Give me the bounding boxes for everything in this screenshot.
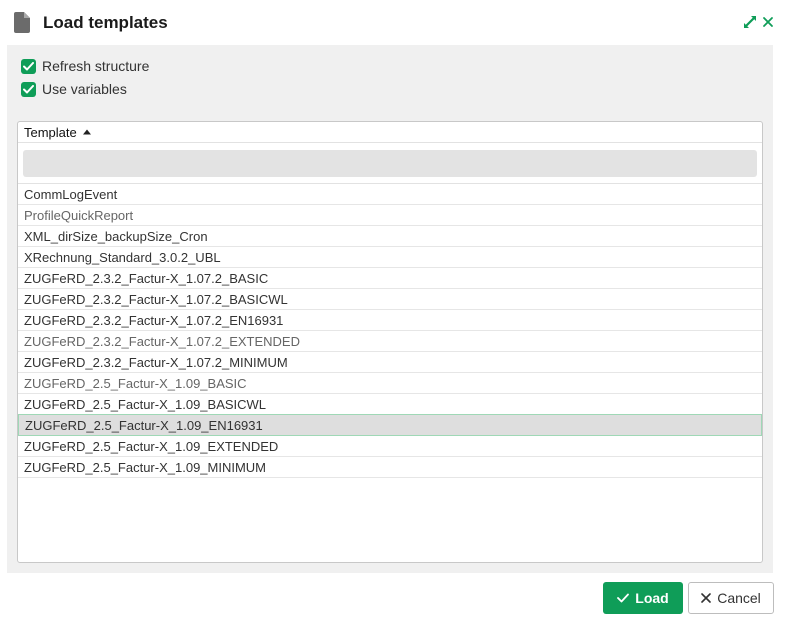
template-name: ZUGFeRD_2.3.2_Factur-X_1.07.2_EN16931 [24, 312, 284, 328]
column-title: Template [24, 124, 77, 140]
template-name: XML_dirSize_backupSize_Cron [24, 228, 208, 244]
table-row[interactable]: ProfileQuickReport [18, 205, 762, 226]
template-name: ZUGFeRD_2.3.2_Factur-X_1.07.2_EXTENDED [24, 333, 300, 349]
table-row[interactable]: ZUGFeRD_2.5_Factur-X_1.09_BASIC [18, 373, 762, 394]
refresh-structure-checkbox[interactable]: Refresh structure [21, 57, 149, 75]
template-name: ProfileQuickReport [24, 207, 134, 223]
templates-grid: Template CommLogEvent ProfileQuickReport X… [17, 121, 763, 563]
table-row[interactable]: ZUGFeRD_2.5_Factur-X_1.09_BASICWL [18, 394, 762, 415]
table-row[interactable]: ZUGFeRD_2.3.2_Factur-X_1.07.2_BASIC [18, 268, 762, 289]
load-button-label: Load [635, 590, 669, 606]
check-icon [617, 593, 630, 603]
cancel-button-label: Cancel [717, 590, 761, 606]
table-row[interactable]: XRechnung_Standard_3.0.2_UBL [18, 247, 762, 268]
template-name: ZUGFeRD_2.3.2_Factur-X_1.07.2_MINIMUM [24, 354, 288, 370]
table-row[interactable]: ZUGFeRD_2.5_Factur-X_1.09_MINIMUM [18, 457, 762, 478]
close-icon [701, 593, 712, 603]
expand-icon[interactable] [743, 15, 757, 29]
template-name: ZUGFeRD_2.5_Factur-X_1.09_MINIMUM [24, 459, 267, 475]
use-variables-checkbox[interactable]: Use variables [21, 80, 127, 98]
load-templates-dialog: Load templates Refresh structure Use var… [0, 0, 789, 628]
template-name: CommLogEvent [24, 186, 118, 202]
dialog-title: Load templates [43, 13, 168, 32]
checkbox-checked-icon[interactable] [21, 58, 36, 74]
sort-ascending-icon [82, 129, 91, 135]
checkbox-checked-icon[interactable] [21, 81, 36, 97]
table-row[interactable]: ZUGFeRD_2.5_Factur-X_1.09_EXTENDED [18, 436, 762, 457]
template-list: CommLogEvent ProfileQuickReport XML_dirSiz… [18, 184, 762, 478]
refresh-structure-label: Refresh structure [42, 58, 150, 74]
filter-row [18, 143, 762, 184]
document-icon [14, 12, 30, 33]
table-row[interactable]: ZUGFeRD_2.3.2_Factur-X_1.07.2_MINIMUM [18, 352, 762, 373]
table-row[interactable]: ZUGFeRD_2.5_Factur-X_1.09_EN16931 [18, 414, 762, 436]
template-name: ZUGFeRD_2.3.2_Factur-X_1.07.2_BASICWL [24, 291, 288, 307]
cancel-button[interactable]: Cancel [688, 582, 774, 614]
template-name: ZUGFeRD_2.5_Factur-X_1.09_BASIC [24, 375, 247, 391]
template-name: ZUGFeRD_2.5_Factur-X_1.09_EXTENDED [24, 438, 279, 454]
table-row[interactable]: XML_dirSize_backupSize_Cron [18, 226, 762, 247]
load-button[interactable]: Load [603, 582, 683, 614]
dialog-body: Refresh structure Use variables Template… [7, 45, 773, 573]
close-icon[interactable] [761, 15, 775, 29]
template-name: ZUGFeRD_2.5_Factur-X_1.09_EN16931 [25, 417, 263, 433]
template-name: ZUGFeRD_2.3.2_Factur-X_1.07.2_BASIC [24, 270, 269, 286]
table-row[interactable]: ZUGFeRD_2.3.2_Factur-X_1.07.2_EXTENDED [18, 331, 762, 352]
template-name: ZUGFeRD_2.5_Factur-X_1.09_BASICWL [24, 396, 267, 412]
table-row[interactable]: CommLogEvent [18, 184, 762, 205]
table-row[interactable]: ZUGFeRD_2.3.2_Factur-X_1.07.2_EN16931 [18, 310, 762, 331]
use-variables-label: Use variables [42, 81, 127, 97]
column-header-template[interactable]: Template [18, 122, 762, 143]
template-filter-input[interactable] [23, 150, 757, 177]
template-name: XRechnung_Standard_3.0.2_UBL [24, 249, 221, 265]
dialog-header: Load templates [0, 0, 789, 44]
table-row[interactable]: ZUGFeRD_2.3.2_Factur-X_1.07.2_BASICWL [18, 289, 762, 310]
